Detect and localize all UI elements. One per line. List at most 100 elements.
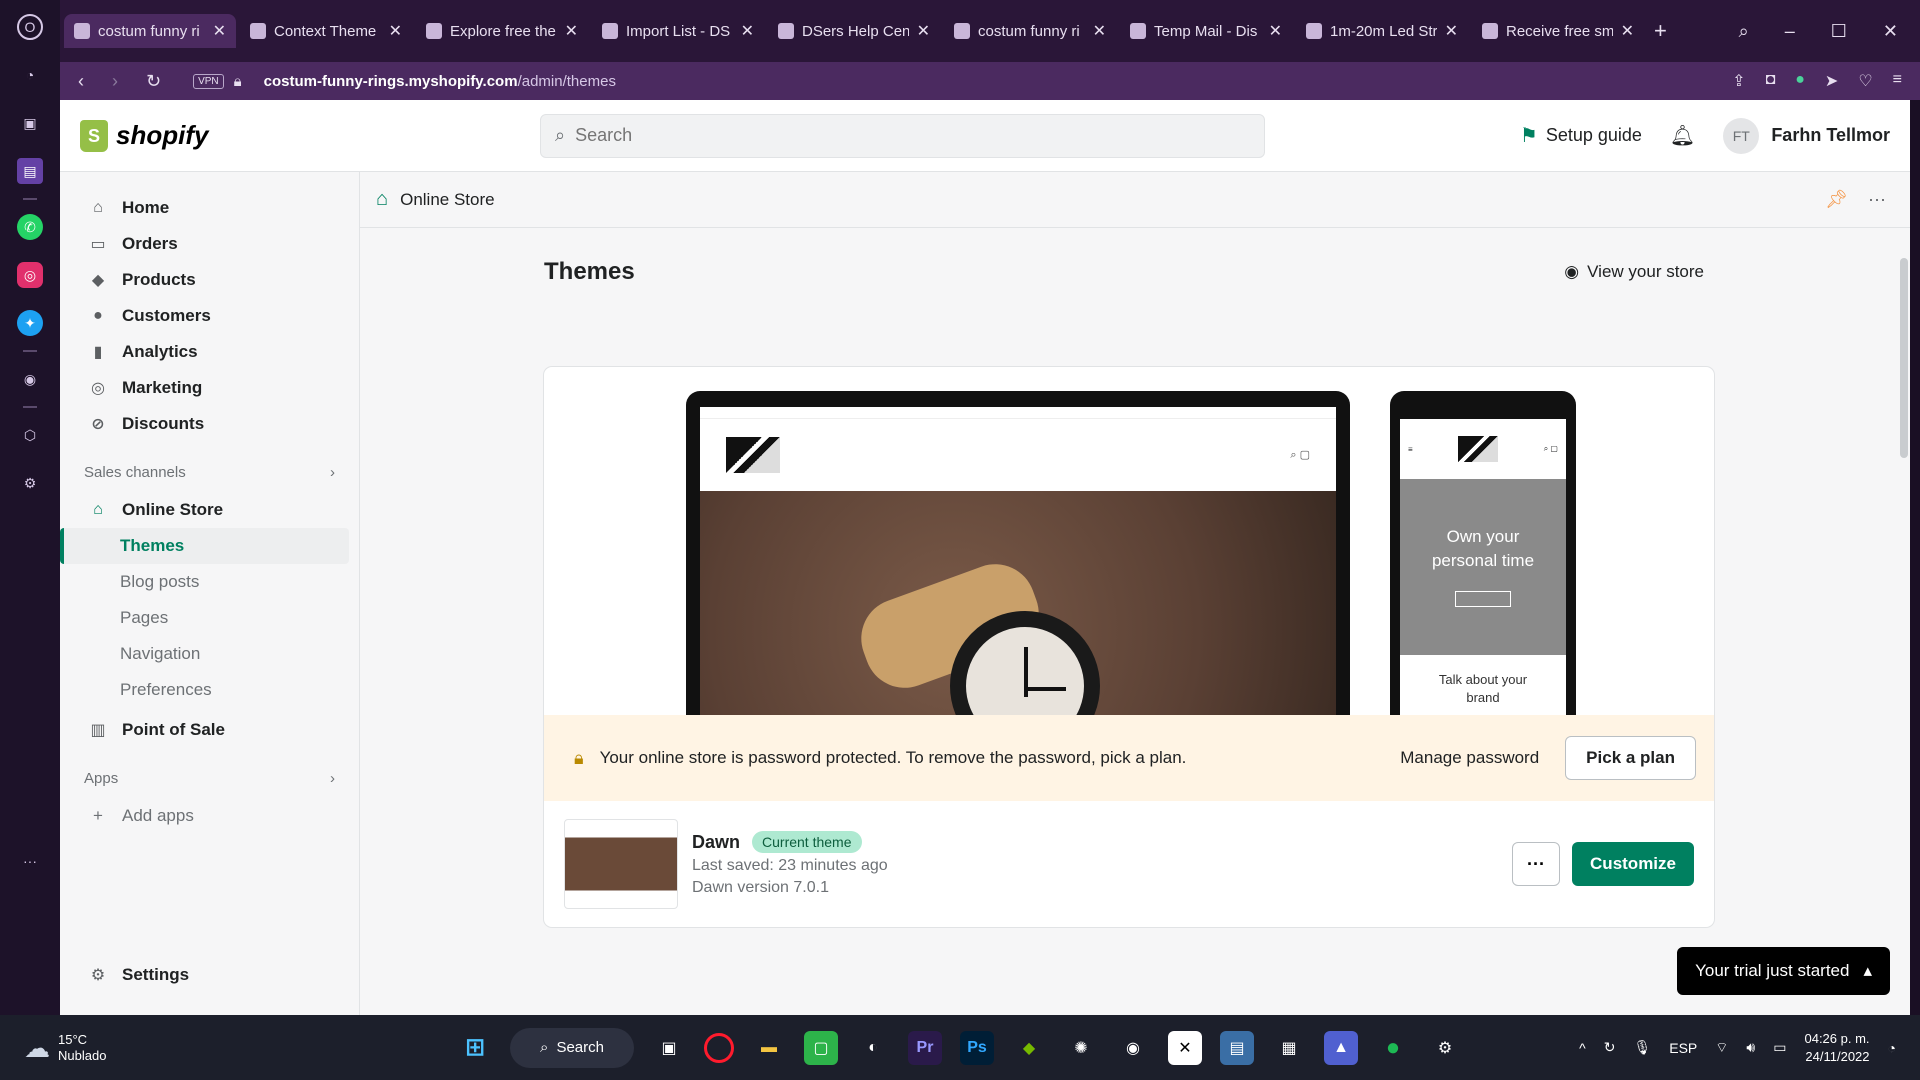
language-indicator[interactable]: ESP [1669,1040,1697,1056]
browser-tab[interactable]: Context Theme ✕ [240,14,412,48]
nav-item-settings[interactable]: ⚙ Settings [60,957,189,993]
browser-tab[interactable]: Import List - DS ✕ [592,14,764,48]
nav-sub-pages[interactable]: Pages [60,600,359,636]
chevron-up-icon[interactable]: ^ [1579,1040,1586,1056]
share-icon[interactable]: ⇪ [1732,71,1745,91]
manage-password-button[interactable]: Manage password [1400,748,1539,768]
app-icon[interactable]: ▤ [1220,1030,1254,1065]
steam-icon[interactable]: ◐ [856,1031,890,1065]
camera-icon[interactable]: ◘ [1766,71,1776,91]
bell-icon[interactable]: 🔔︎ [1670,123,1695,148]
davinci-icon[interactable]: ✺ [1064,1031,1098,1065]
nav-item-home[interactable]: ⌂ Home [60,190,359,226]
cube-icon[interactable]: ⬡ [17,422,43,448]
settings-icon[interactable]: ⚙ [1428,1031,1462,1065]
sales-channels-header[interactable]: Sales channels › [60,452,359,492]
browser-tab[interactable]: costum funny ri ✕ [944,14,1116,48]
browser-tab[interactable]: DSers Help Cent ✕ [768,14,940,48]
instagram-icon[interactable]: ◎ [17,262,43,288]
nav-item-marketing[interactable]: ◎ Marketing [60,370,359,406]
view-store-link[interactable]: ◉ View your store [1564,262,1704,282]
notification-icon[interactable]: ◔ [1888,1040,1896,1056]
task-view-icon[interactable]: ▣ [652,1031,686,1065]
photoshop-icon[interactable]: Ps [960,1030,994,1065]
close-icon[interactable]: ✕ [1445,21,1458,41]
bag-icon[interactable]: ▣ [17,110,43,136]
affinity-icon[interactable]: ▲ [1324,1030,1358,1065]
pin-icon[interactable]: 📌︎ [1825,189,1848,210]
pick-plan-button[interactable]: Pick a plan [1565,736,1696,780]
apps-header[interactable]: Apps › [60,758,359,798]
microphone-icon[interactable]: 🎙︎ [1633,1039,1651,1056]
gear-icon[interactable]: ⚙ [17,470,43,496]
minimize-icon[interactable]: – [1785,21,1795,42]
shopify-logo[interactable]: shopify [80,119,540,152]
scrollbar-thumb[interactable] [1900,258,1908,458]
new-tab-button[interactable]: + [1654,18,1667,44]
nav-item-products[interactable]: ◆ Products [60,262,359,298]
clock[interactable]: 04:26 p. m. 24/11/2022 [1804,1030,1869,1066]
opera-logo-icon[interactable]: O [17,14,43,40]
search-input[interactable] [575,125,1176,146]
nav-item-analytics[interactable]: ▮ Analytics [60,334,359,370]
nav-sub-themes[interactable]: Themes [60,528,349,564]
wifi-icon[interactable]: ⌔ [1715,1039,1728,1057]
customize-button[interactable]: Customize [1572,842,1694,886]
trial-banner[interactable]: Your trial just started ▴ [1677,947,1890,995]
search-icon[interactable]: ⌕ [1739,21,1749,42]
volume-icon[interactable]: 🔊︎ [1746,1039,1755,1056]
camtasia-icon[interactable]: ▢ [804,1030,838,1065]
maximize-icon[interactable]: ☐ [1831,21,1847,42]
close-icon[interactable]: ✕ [389,21,402,41]
send-icon[interactable]: ➤ [1825,71,1838,91]
setup-guide-button[interactable]: ⚑ Setup guide [1520,123,1642,148]
browser-tab[interactable]: Temp Mail - Dis ✕ [1120,14,1292,48]
scrollbar[interactable] [1898,228,1910,1015]
nav-sub-preferences[interactable]: Preferences [60,672,359,708]
windows-start-icon[interactable]: ⊞ [458,1031,492,1065]
vpn-badge[interactable]: VPN [193,73,224,89]
menu-icon[interactable]: ≡ [1893,71,1902,91]
twitter-icon[interactable]: ✦ [17,310,43,336]
nav-item-online-store[interactable]: ⌂ Online Store [60,492,359,528]
close-window-icon[interactable]: ✕ [1883,21,1898,42]
twitch-icon[interactable]: ▤ [17,158,43,184]
player-icon[interactable]: ◉ [17,366,43,392]
close-icon[interactable]: ✕ [1621,21,1634,41]
search-box[interactable]: ⌕ [540,113,1265,158]
close-icon[interactable]: ✕ [917,21,930,41]
browser-tab[interactable]: Explore free the ✕ [416,14,588,48]
taskbar-search[interactable]: ⌕ Search [510,1027,634,1068]
browser-tab[interactable]: costum funny ri ✕ [64,14,236,48]
nav-item-orders[interactable]: ▭ Orders [60,226,359,262]
heart-icon[interactable]: ♡ [1858,71,1872,91]
forward-icon[interactable]: › [112,71,118,92]
breadcrumb-label[interactable]: Online Store [400,190,495,210]
more-icon[interactable]: ··· [17,848,43,874]
nav-item-discounts[interactable]: ⊘ Discounts [60,406,359,442]
battery-icon[interactable]: ▭ [1773,1039,1786,1056]
nav-sub-navigation[interactable]: Navigation [60,636,359,672]
nav-item-point-of-sale[interactable]: ▥ Point of Sale [60,712,359,748]
close-icon[interactable]: ✕ [565,21,578,41]
nav-add-apps[interactable]: + Add apps [60,798,359,834]
close-icon[interactable]: ✕ [741,21,754,41]
more-icon[interactable]: ··· [1868,189,1886,210]
opera-icon[interactable] [704,1032,734,1063]
spotify-icon[interactable]: ● [1376,1031,1410,1065]
back-icon[interactable]: ‹ [78,71,84,92]
reload-icon[interactable]: ↻ [146,71,161,92]
nav-sub-blog-posts[interactable]: Blog posts [60,564,359,600]
shield-icon[interactable]: ● [1795,71,1805,91]
theme-more-button[interactable]: ··· [1512,842,1561,886]
file-explorer-icon[interactable]: ▬ [752,1031,786,1065]
browser-tab[interactable]: Receive free sm ✕ [1472,14,1644,48]
chrome-icon[interactable]: ◉ [1116,1031,1150,1065]
whatsapp-icon[interactable]: ✆ [17,214,43,240]
speed-dial-icon[interactable]: ◔ [17,62,43,88]
sync-icon[interactable]: ↻ [1604,1039,1616,1056]
weather-widget[interactable]: ☁ 15°C Nublado [24,1032,424,1064]
store-icon[interactable]: ▦ [1272,1031,1306,1065]
browser-tab[interactable]: 1m-20m Led Str ✕ [1296,14,1468,48]
nvidia-icon[interactable]: ◆ [1012,1031,1046,1065]
